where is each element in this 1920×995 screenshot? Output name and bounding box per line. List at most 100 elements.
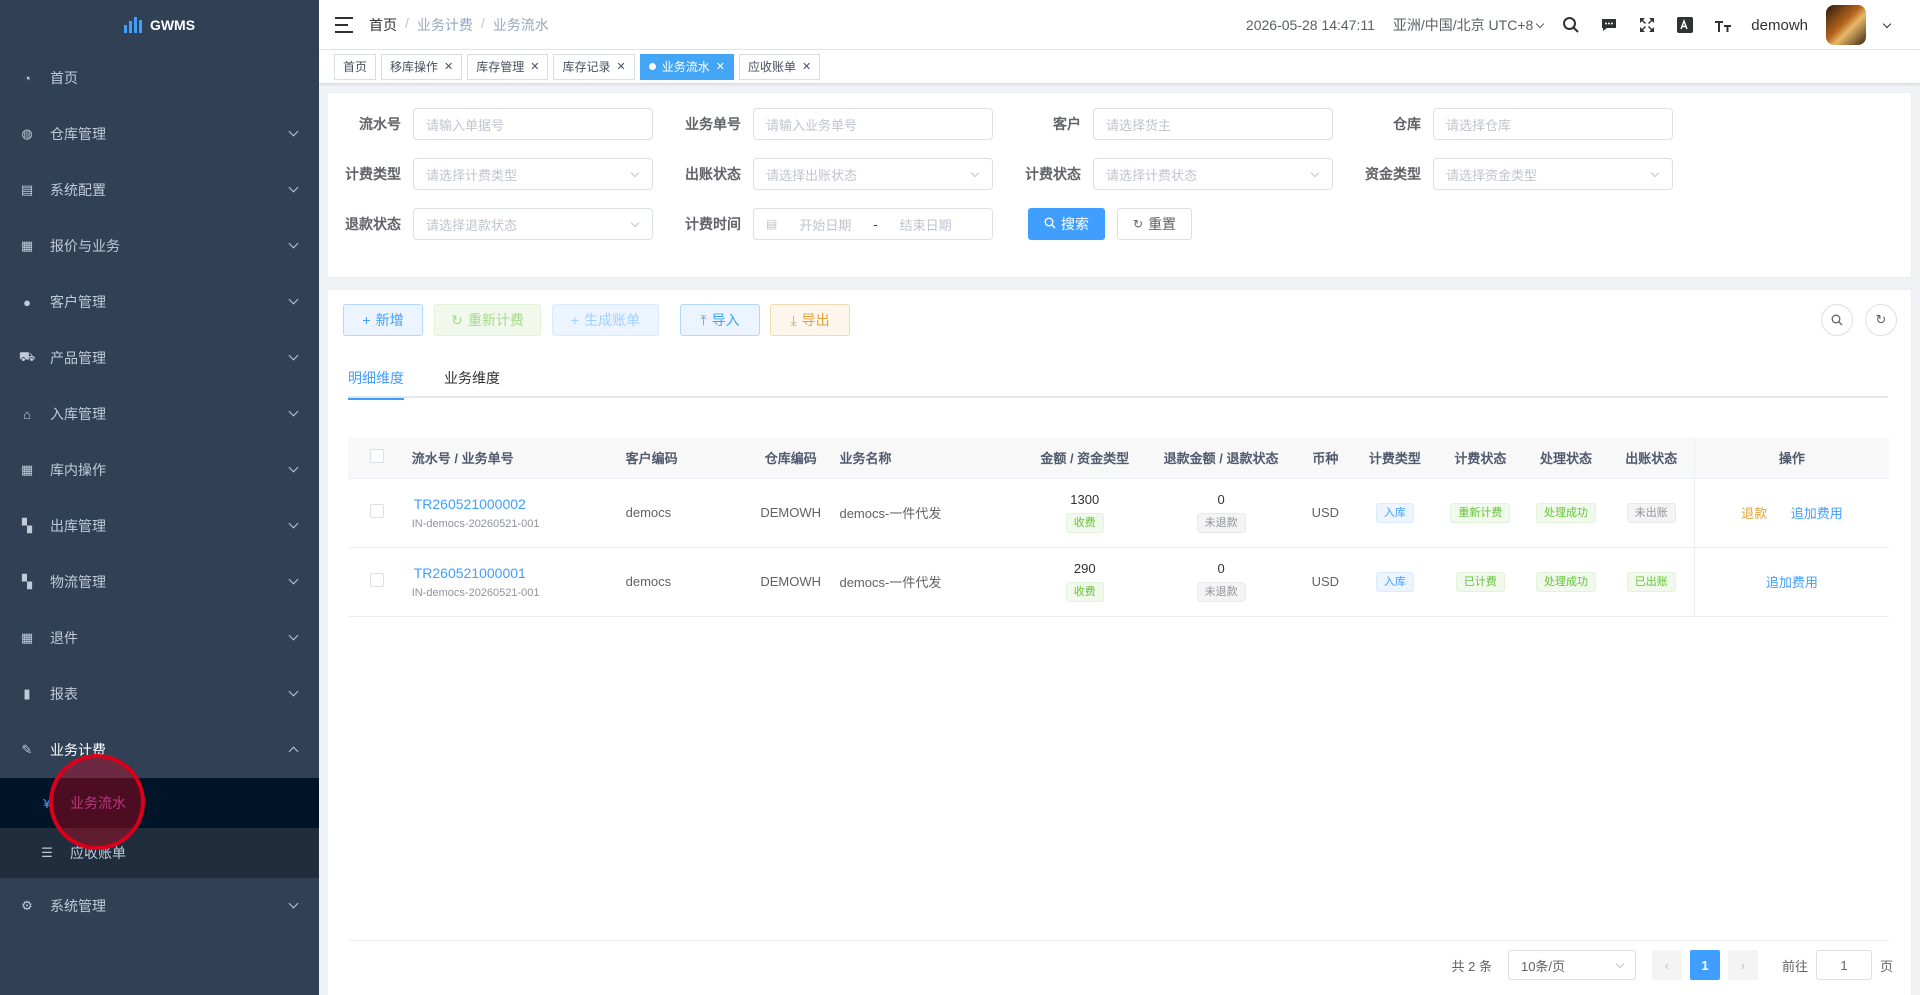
- filter-customer: 客户 请选择货主: [1018, 108, 1333, 140]
- sidebar-item-returns[interactable]: ▦ 退件: [0, 610, 319, 666]
- chevron-down-icon: [1310, 168, 1320, 178]
- message-icon[interactable]: [1599, 15, 1619, 35]
- import-button[interactable]: ⤒ 导入: [680, 304, 760, 336]
- customer-code: democs: [619, 547, 748, 617]
- translate-icon[interactable]: [1675, 15, 1695, 35]
- avatar[interactable]: [1826, 5, 1866, 45]
- sidebar-item-billing[interactable]: ✎ 业务计费: [0, 722, 319, 778]
- search-icon: [1831, 314, 1843, 326]
- tag-move-op[interactable]: 移库操作 ✕: [381, 53, 463, 80]
- row-checkbox[interactable]: [369, 504, 384, 518]
- close-icon[interactable]: ✕: [444, 60, 453, 73]
- end-date-placeholder: 结束日期: [899, 217, 952, 233]
- tag-home[interactable]: 首页: [334, 53, 377, 80]
- sidebar-item-customer[interactable]: ● 客户管理: [0, 274, 319, 330]
- refresh-button[interactable]: ↻: [1865, 304, 1897, 336]
- close-icon[interactable]: ✕: [716, 60, 725, 73]
- recharge-button[interactable]: ↻ 重新计费: [434, 304, 541, 336]
- username[interactable]: demowh: [1751, 17, 1808, 34]
- next-page-button[interactable]: ›: [1727, 950, 1758, 980]
- tab-business[interactable]: 业务维度: [444, 358, 500, 398]
- warehouse-code: DEMOWH: [747, 547, 834, 617]
- row-checkbox[interactable]: [369, 573, 384, 587]
- sidebar-item-logistics[interactable]: ▚ 物流管理: [0, 554, 319, 610]
- serial-link[interactable]: TR260521000002: [412, 496, 614, 512]
- close-icon[interactable]: ✕: [530, 60, 539, 73]
- tag-label: 业务流水: [661, 60, 710, 74]
- filter-serial-no: 流水号 请输入单据号: [338, 108, 653, 140]
- charge-status-tag: 重新计费: [1450, 502, 1511, 523]
- tag-receivable[interactable]: 应收账单 ✕: [738, 53, 821, 80]
- tab-detail[interactable]: 明细维度: [348, 358, 404, 400]
- button-label: 新增: [375, 312, 404, 328]
- select-all-checkbox[interactable]: [369, 449, 384, 464]
- goto-page-input[interactable]: 1: [1815, 950, 1872, 980]
- page-size-select[interactable]: 10条/页: [1507, 950, 1636, 980]
- breadcrumb-item[interactable]: 首页: [369, 15, 397, 35]
- sidebar-item-home[interactable]: ◔ 首页: [0, 50, 319, 106]
- search-icon: [1044, 216, 1056, 232]
- bill-status-tag: 未出账: [1626, 502, 1676, 523]
- search-icon[interactable]: [1561, 15, 1581, 35]
- chevron-down-icon: [288, 462, 299, 473]
- refund-status-select[interactable]: 请选择退款状态: [413, 208, 653, 240]
- search-button[interactable]: 搜索: [1028, 208, 1105, 240]
- charge-type-select[interactable]: 请选择计费类型: [413, 158, 653, 190]
- tag-biz-flow[interactable]: 业务流水 ✕: [639, 53, 734, 80]
- tag-stock-mgmt[interactable]: 库存管理 ✕: [467, 53, 549, 80]
- fund-type-select[interactable]: 请选择资金类型: [1433, 158, 1673, 190]
- main-content: + 新增 ↻ 重新计费 + 生成账单 ⤒ 导入 ⤓ 导出 ↻ 明细维度 业务维度 流水号 …: [327, 289, 1912, 995]
- page-suffix: 页: [1879, 958, 1893, 974]
- sidebar-subitem-flow[interactable]: ¥ 业务流水: [0, 778, 319, 828]
- generate-bill-button[interactable]: + 生成账单: [552, 304, 659, 336]
- chevron-down-icon: [1615, 959, 1625, 969]
- search-form: 流水号 请输入单据号 业务单号 请输入业务单号 客户 请选择货主 仓库 请选择仓…: [327, 92, 1912, 278]
- input-placeholder: 请选择资金类型: [1446, 167, 1538, 183]
- column-header: 计费状态: [1437, 438, 1524, 479]
- amount: 1300: [1070, 492, 1100, 507]
- close-icon[interactable]: ✕: [802, 60, 811, 73]
- toggle-search-button[interactable]: [1821, 304, 1853, 336]
- charge-status-select[interactable]: 请选择计费状态: [1093, 158, 1333, 190]
- menu-toggle-icon[interactable]: [335, 16, 353, 33]
- warehouse-code: DEMOWH: [747, 478, 834, 548]
- sidebar-item-sysconfig[interactable]: ▤ 系统配置: [0, 162, 319, 218]
- add-button[interactable]: + 新增: [343, 304, 423, 336]
- reset-button[interactable]: ↻ 重置: [1117, 208, 1193, 240]
- sidebar-item-reports[interactable]: ▮ 报表: [0, 666, 319, 722]
- warehouse-select[interactable]: 请选择仓库: [1433, 108, 1673, 140]
- filter-charge-status: 计费状态 请选择计费状态: [1018, 158, 1333, 190]
- sidebar-subitem-receivable[interactable]: ☰ 应收账单: [0, 828, 319, 878]
- export-button[interactable]: ⤓ 导出: [770, 304, 850, 336]
- add-fee-button[interactable]: 追加费用: [1791, 506, 1843, 521]
- logo[interactable]: GWMS: [0, 0, 319, 50]
- refresh-icon: ↻: [451, 311, 463, 328]
- refund-button[interactable]: 退款: [1741, 506, 1767, 521]
- chevron-down-icon[interactable]: [1882, 19, 1892, 28]
- add-fee-button[interactable]: 追加费用: [1766, 575, 1818, 590]
- sidebar-item-system[interactable]: ⚙ 系统管理: [0, 878, 319, 934]
- sidebar-item-product[interactable]: ⛟ 产品管理: [0, 330, 319, 386]
- close-icon[interactable]: ✕: [617, 60, 626, 73]
- serial-link[interactable]: TR260521000001: [412, 565, 614, 581]
- sidebar-item-quote[interactable]: ▦ 报价与业务: [0, 218, 319, 274]
- serial-no-input[interactable]: 请输入单据号: [413, 108, 653, 140]
- bill-status-select[interactable]: 请选择出账状态: [753, 158, 993, 190]
- customer-select[interactable]: 请选择货主: [1093, 108, 1333, 140]
- input-placeholder: 请选择计费类型: [426, 167, 518, 183]
- timezone-select[interactable]: 亚洲/中国/北京 UTC+8: [1393, 15, 1545, 35]
- font-size-icon[interactable]: [1713, 15, 1733, 35]
- biz-name: democs-一件代发: [833, 547, 1026, 617]
- sidebar-item-outbound[interactable]: ▚ 出库管理: [0, 498, 319, 554]
- page-number-button[interactable]: 1: [1689, 950, 1720, 980]
- fullscreen-icon[interactable]: [1637, 15, 1657, 35]
- charge-time-range[interactable]: ▤ 开始日期 - 结束日期: [753, 208, 993, 240]
- sidebar-item-warehouse[interactable]: ◍ 仓库管理: [0, 106, 319, 162]
- input-placeholder: 请选择退款状态: [426, 217, 518, 233]
- prev-page-button[interactable]: ‹: [1651, 950, 1682, 980]
- sidebar-item-inbound[interactable]: ⌂ 入库管理: [0, 386, 319, 442]
- tag-stock-record[interactable]: 库存记录 ✕: [553, 53, 635, 80]
- biz-no-input[interactable]: 请输入业务单号: [753, 108, 993, 140]
- filter-label: 仓库: [1393, 116, 1421, 132]
- sidebar-item-inventory[interactable]: ▦ 库内操作: [0, 442, 319, 498]
